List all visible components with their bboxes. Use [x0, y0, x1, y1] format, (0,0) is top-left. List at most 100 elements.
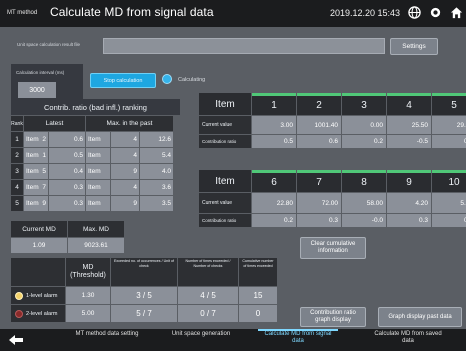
- latest-value-cell: 0.3: [49, 196, 85, 211]
- items-group-2: Item 6 7 8 9 10 Current value 22.80 72.0…: [199, 170, 466, 227]
- calculating-status: Calculating: [178, 77, 206, 83]
- alarm-threshold[interactable]: 5.00: [66, 305, 110, 322]
- current-value: 29.10: [432, 116, 466, 134]
- current-value: 25.50: [387, 116, 431, 134]
- current-value-label: Current value: [199, 193, 251, 213]
- latest-item-label: Item 9: [24, 196, 48, 211]
- current-value: 58.00: [342, 193, 386, 213]
- item-number: 4: [387, 93, 431, 115]
- current-value: 1001.40: [297, 116, 341, 134]
- contribution-ratio: -0.0: [342, 214, 386, 227]
- contribution-ratio: -0.5: [387, 135, 431, 148]
- gear-icon[interactable]: [429, 6, 442, 19]
- item-header: Item: [199, 170, 251, 192]
- interval-input[interactable]: 3000: [18, 82, 56, 98]
- max-md-label: Max. MD: [68, 221, 124, 237]
- alarm-cumulative: 15: [239, 287, 277, 304]
- globe-icon[interactable]: [408, 6, 421, 19]
- max-item-number: 9: [111, 196, 139, 211]
- contribution-ratio-label: Contribution ratio: [199, 214, 251, 227]
- latest-item-label: Item: [26, 152, 39, 159]
- threshold-header: (Threshold): [70, 272, 106, 279]
- item-number: 3: [342, 93, 386, 115]
- ranking-title: Contrib. ratio (bad infl.) ranking: [44, 102, 147, 112]
- latest-item-label: Item 1: [24, 148, 48, 163]
- item-number: 10: [432, 170, 466, 192]
- nav-unit-space-generation[interactable]: Unit space generation: [166, 331, 236, 351]
- contribution-ratio-label: Contribution ratio: [199, 135, 251, 148]
- settings-button[interactable]: Settings: [390, 38, 438, 55]
- contribution-ratio: 0.3: [387, 214, 431, 227]
- rank-cell: 2: [11, 148, 23, 163]
- nav-mt-method-data-setting[interactable]: MT method data setting: [72, 331, 142, 351]
- latest-item-number: 2: [42, 136, 46, 143]
- rank-cell: 4: [11, 180, 23, 195]
- contribution-ratio: 0.1: [432, 214, 466, 227]
- item-number: 1: [252, 93, 296, 115]
- current-value-label: Current value: [199, 116, 251, 134]
- latest-item-label: Item 2: [24, 132, 48, 147]
- alarm-row-label: 2-level alarm: [11, 305, 65, 322]
- item-number: 2: [297, 93, 341, 115]
- ranking-row: 1 Item 2 0.6 Item 4 12.6: [11, 132, 173, 147]
- max-value: 4.0: [140, 164, 173, 179]
- max-value: 5.4: [140, 148, 173, 163]
- contribution-ratio: 0.6: [297, 135, 341, 148]
- current-value: 3.00: [252, 116, 296, 134]
- max-item-label: Item: [86, 148, 110, 163]
- alarm-cumulative: 0: [239, 305, 277, 322]
- contribution-graph-button[interactable]: Contribution ratio graph display: [300, 307, 366, 327]
- latest-value-cell: 0.3: [49, 180, 85, 195]
- alarm-exceeded[interactable]: 5 / 7: [111, 305, 177, 322]
- nav-calculate-md-saved[interactable]: Calculate MD from saved data: [368, 331, 448, 351]
- item-number: 8: [342, 170, 386, 192]
- latest-item-number: 5: [42, 168, 46, 175]
- alarm-level-label: 1-level alarm: [26, 292, 58, 299]
- contribution-ratio: 0.5: [252, 135, 296, 148]
- back-arrow-icon[interactable]: [8, 334, 24, 346]
- alarm-lamp-icon: [15, 291, 23, 300]
- graph-past-data-button[interactable]: Graph display past data: [378, 307, 462, 327]
- alarm-threshold[interactable]: 1.30: [66, 287, 110, 304]
- contribution-ratio: 0.3: [297, 214, 341, 227]
- latest-item-label: Item: [26, 168, 39, 175]
- item-number: 9: [387, 170, 431, 192]
- md-header: MD: [82, 264, 94, 271]
- ranking-row: 2 Item 1 0.5 Item 4 5.4: [11, 148, 173, 163]
- home-icon[interactable]: [450, 6, 463, 19]
- latest-value-cell: 0.4: [49, 164, 85, 179]
- nav-calculate-md-signal[interactable]: Calculate MD from signal data: [258, 331, 338, 351]
- items-group-1: Item 1 2 3 4 5 Current value 3.00 1001.4…: [199, 93, 466, 148]
- cumulative-header: Cumulative number of times exceeded: [239, 258, 277, 286]
- max-item-label: Item: [86, 196, 110, 211]
- clear-cumulative-button[interactable]: Clear cumulative information: [300, 237, 366, 259]
- latest-item-number: 7: [42, 184, 46, 191]
- rank-cell: 5: [11, 196, 23, 211]
- file-label: Unit space calculation result file: [17, 42, 81, 47]
- max-value: 3.6: [140, 180, 173, 195]
- item-number: 5: [432, 93, 466, 115]
- max-item-number: 4: [111, 132, 139, 147]
- times-header: Number of times exceeded / Number of che…: [178, 258, 238, 286]
- alarm-exceeded[interactable]: 3 / 5: [111, 287, 177, 304]
- max-item-label: Item: [86, 132, 110, 147]
- latest-value-cell: 0.5: [49, 148, 85, 163]
- contribution-ratio: 0.2: [252, 214, 296, 227]
- md-threshold-header: MD (Threshold): [66, 258, 110, 286]
- result-file-field[interactable]: [103, 38, 385, 54]
- max-item-number: 9: [111, 164, 139, 179]
- latest-item-label: Item: [26, 136, 39, 143]
- latest-value-cell: 0.6: [49, 132, 85, 147]
- rank-cell: 1: [11, 132, 23, 147]
- item-number: 6: [252, 170, 296, 192]
- latest-item-label: Item 5: [24, 164, 48, 179]
- alarm-times: 4 / 5: [178, 287, 238, 304]
- exceeded-header: Exceeded no. of occurrences / Unit of ch…: [111, 258, 177, 286]
- max-value: 12.6: [140, 132, 173, 147]
- current-md-label: Current MD: [11, 221, 67, 237]
- stop-calculation-button[interactable]: Stop calculation: [90, 73, 156, 88]
- max-md-value: 9023.61: [68, 238, 124, 253]
- latest-item-label: Item: [26, 184, 39, 191]
- rank-cell: 3: [11, 164, 23, 179]
- latest-header: Latest: [24, 116, 85, 131]
